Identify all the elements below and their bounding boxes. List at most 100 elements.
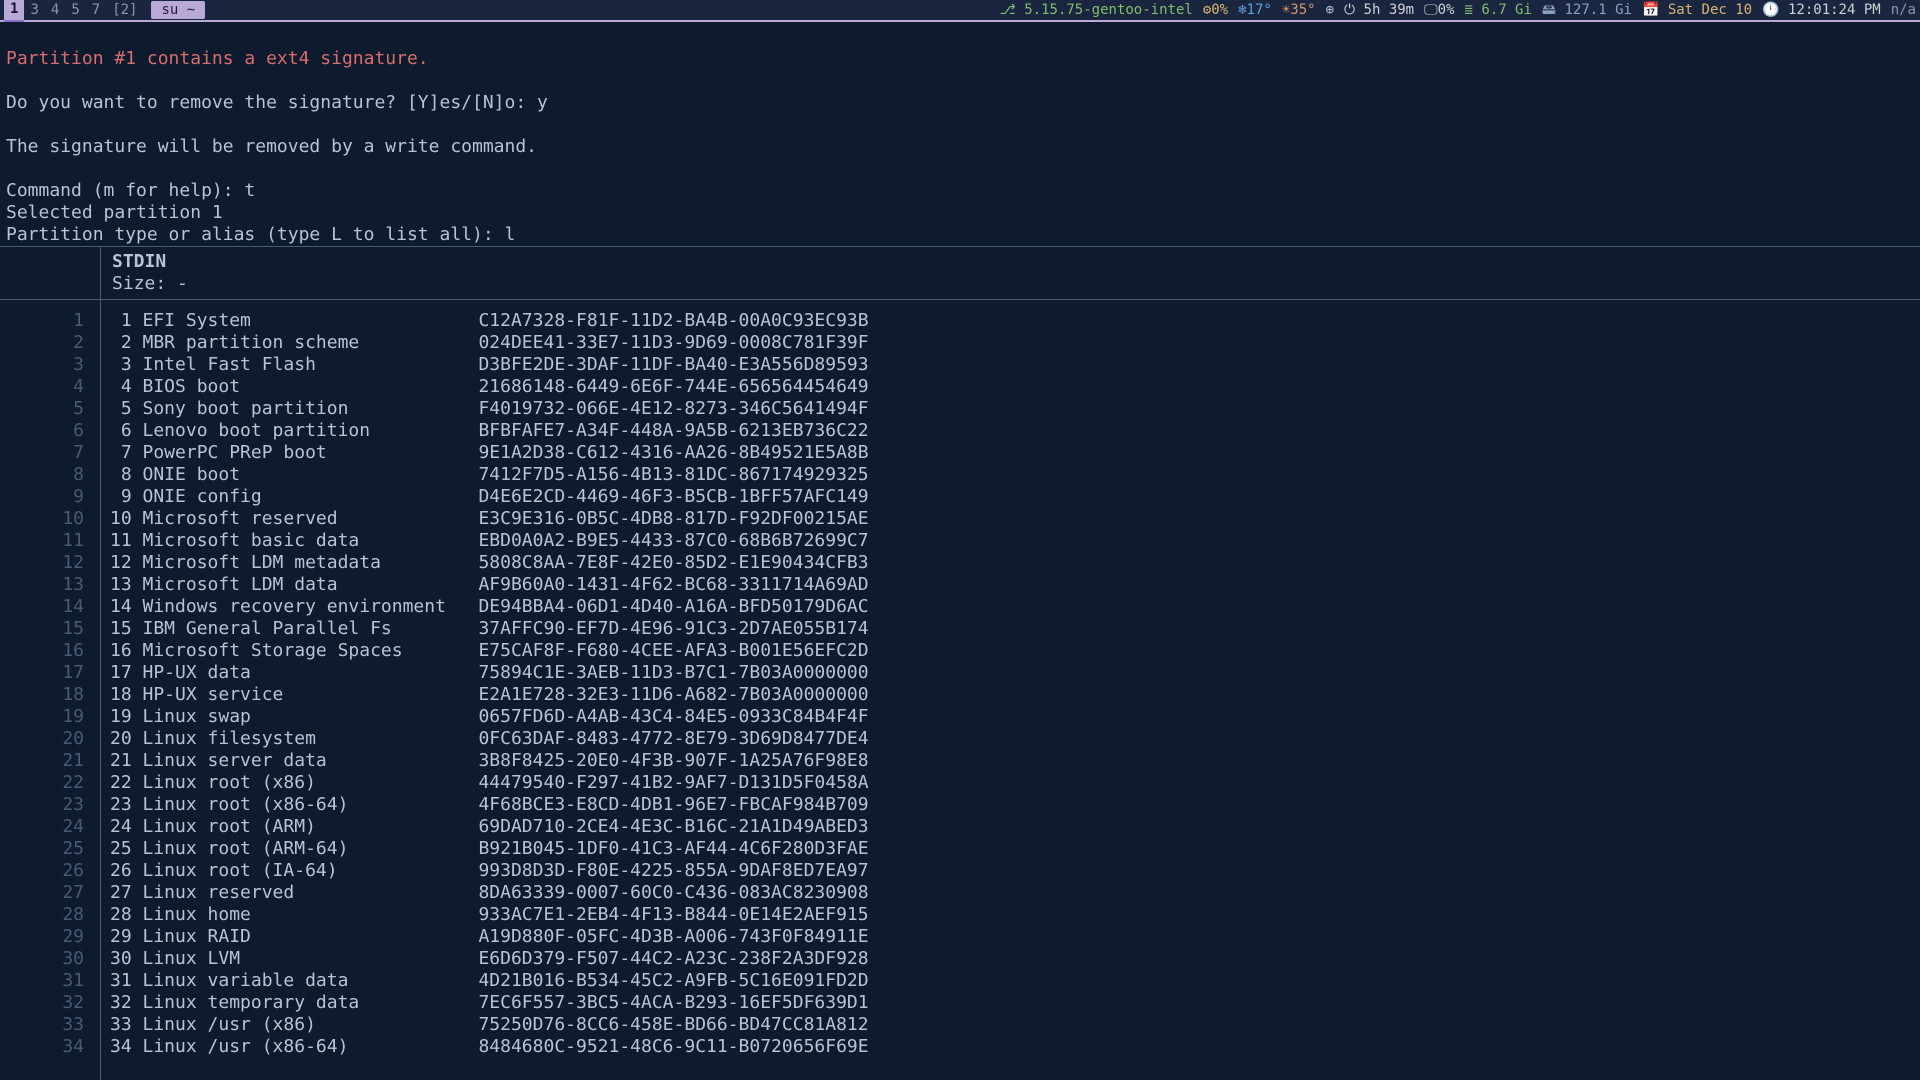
list-item[interactable]: 2323 Linux root (x86-64) 4F68BCE3-E8CD-4…: [0, 794, 1920, 816]
workspace-4[interactable]: 4: [45, 0, 65, 21]
list-item[interactable]: 1515 IBM General Parallel Fs 37AFFC90-EF…: [0, 618, 1920, 640]
list-item[interactable]: 1919 Linux swap 0657FD6D-A4AB-43C4-84E5-…: [0, 706, 1920, 728]
selected-partition: Selected partition 1: [6, 202, 223, 223]
line-number: 9: [0, 486, 92, 508]
list-item[interactable]: 1010 Microsoft reserved E3C9E316-0B5C-4D…: [0, 508, 1920, 530]
line-number: 19: [0, 706, 92, 728]
line-number: 16: [0, 640, 92, 662]
list-item[interactable]: 7 7 PowerPC PReP boot 9E1A2D38-C612-4316…: [0, 442, 1920, 464]
list-item-content: 14 Windows recovery environment DE94BBA4…: [92, 596, 869, 618]
uptime: 5h 39m: [1364, 2, 1415, 18]
line-number: 15: [0, 618, 92, 640]
list-item-content: 33 Linux /usr (x86) 75250D76-8CC6-458E-B…: [92, 1014, 869, 1036]
list-item[interactable]: 2424 Linux root (ARM) 69DAD710-2CE4-4E3C…: [0, 816, 1920, 838]
pager-size-label: Size:: [112, 273, 177, 294]
list-item[interactable]: 2626 Linux root (IA-64) 993D8D3D-F80E-42…: [0, 860, 1920, 882]
list-item-content: 28 Linux home 933AC7E1-2EB4-4F13-B844-0E…: [92, 904, 869, 926]
line-number: 13: [0, 574, 92, 596]
disk-icon: 🖴: [1542, 2, 1556, 18]
line-number: 24: [0, 816, 92, 838]
list-item[interactable]: 1111 Microsoft basic data EBD0A0A2-B9E5-…: [0, 530, 1920, 552]
list-item-content: 31 Linux variable data 4D21B016-B534-45C…: [92, 970, 869, 992]
status-bar: 1 3 4 5 7 [2] su ~ ⎇ 5.15.75-gentoo-inte…: [0, 0, 1920, 22]
line-number: 11: [0, 530, 92, 552]
list-item[interactable]: 1616 Microsoft Storage Spaces E75CAF8F-F…: [0, 640, 1920, 662]
list-item[interactable]: 2727 Linux reserved 8DA63339-0007-60C0-C…: [0, 882, 1920, 904]
list-item-content: 1 EFI System C12A7328-F81F-11D2-BA4B-00A…: [92, 310, 869, 332]
line-number: 2: [0, 332, 92, 354]
list-item[interactable]: 3232 Linux temporary data 7EC6F557-3BC5-…: [0, 992, 1920, 1014]
workspace-alt[interactable]: [2]: [106, 0, 143, 21]
fan-value: 0%: [1211, 2, 1228, 18]
partition-type-list[interactable]: 1 1 EFI System C12A7328-F81F-11D2-BA4B-0…: [0, 310, 1920, 1058]
line-number: 21: [0, 750, 92, 772]
list-item-content: 27 Linux reserved 8DA63339-0007-60C0-C43…: [92, 882, 869, 904]
line-number: 17: [0, 662, 92, 684]
clock: 12:01:24 PM: [1788, 2, 1881, 18]
terminal-output[interactable]: Partition #1 contains a ext4 signature. …: [6, 48, 548, 246]
list-item[interactable]: 2929 Linux RAID A19D880F-05FC-4D3B-A006-…: [0, 926, 1920, 948]
line-number: 32: [0, 992, 92, 1014]
workspace-1[interactable]: 1: [4, 0, 24, 22]
list-item[interactable]: 3434 Linux /usr (x86-64) 8484680C-9521-4…: [0, 1036, 1920, 1058]
list-item[interactable]: 6 6 Lenovo boot partition BFBFAFE7-A34F-…: [0, 420, 1920, 442]
list-item[interactable]: 9 9 ONIE config D4E6E2CD-4469-46F3-B5CB-…: [0, 486, 1920, 508]
list-item[interactable]: 2828 Linux home 933AC7E1-2EB4-4F13-B844-…: [0, 904, 1920, 926]
pager-header: STDIN Size: -: [0, 246, 1920, 300]
line-number: 14: [0, 596, 92, 618]
list-item[interactable]: 3131 Linux variable data 4D21B016-B534-4…: [0, 970, 1920, 992]
list-item-content: 13 Microsoft LDM data AF9B60A0-1431-4F62…: [92, 574, 869, 596]
list-item-content: 3 Intel Fast Flash D3BFE2DE-3DAF-11DF-BA…: [92, 354, 869, 376]
list-item[interactable]: 1212 Microsoft LDM metadata 5808C8AA-7E8…: [0, 552, 1920, 574]
list-item[interactable]: 2121 Linux server data 3B8F8425-20E0-4F3…: [0, 750, 1920, 772]
list-item-content: 29 Linux RAID A19D880F-05FC-4D3B-A006-74…: [92, 926, 869, 948]
line-number: 34: [0, 1036, 92, 1058]
list-item-content: 18 HP-UX service E2A1E728-32E3-11D6-A682…: [92, 684, 869, 706]
list-item-content: 10 Microsoft reserved E3C9E316-0B5C-4DB8…: [92, 508, 869, 530]
pager-title: STDIN: [112, 251, 1920, 273]
list-item-content: 4 BIOS boot 21686148-6449-6E6F-744E-6565…: [92, 376, 869, 398]
cold-icon: ❄: [1238, 2, 1246, 18]
workspace-5[interactable]: 5: [65, 0, 85, 21]
line-number: 31: [0, 970, 92, 992]
workspace-7[interactable]: 7: [86, 0, 106, 21]
list-item-content: 6 Lenovo boot partition BFBFAFE7-A34F-44…: [92, 420, 869, 442]
list-item-content: 26 Linux root (IA-64) 993D8D3D-F80E-4225…: [92, 860, 869, 882]
cpu-usage: 0%: [1438, 2, 1455, 18]
clock-icon: 🕛: [1762, 2, 1779, 18]
list-item[interactable]: 1717 HP-UX data 75894C1E-3AEB-11D3-B7C1-…: [0, 662, 1920, 684]
list-item-content: 16 Microsoft Storage Spaces E75CAF8F-F68…: [92, 640, 869, 662]
list-item-content: 19 Linux swap 0657FD6D-A4AB-43C4-84E5-09…: [92, 706, 869, 728]
list-item[interactable]: 3030 Linux LVM E6D6D379-F507-44C2-A23C-2…: [0, 948, 1920, 970]
list-item[interactable]: 2525 Linux root (ARM-64) B921B045-1DF0-4…: [0, 838, 1920, 860]
list-item[interactable]: 2 2 MBR partition scheme 024DEE41-33E7-1…: [0, 332, 1920, 354]
line-number: 30: [0, 948, 92, 970]
network-icon: ⊕: [1326, 0, 1334, 21]
list-item[interactable]: 4 4 BIOS boot 21686148-6449-6E6F-744E-65…: [0, 376, 1920, 398]
temp-hot: 35°: [1290, 2, 1315, 18]
list-item[interactable]: 8 8 ONIE boot 7412F7D5-A156-4B13-81DC-86…: [0, 464, 1920, 486]
list-item-content: 20 Linux filesystem 0FC63DAF-8483-4772-8…: [92, 728, 869, 750]
line-number: 8: [0, 464, 92, 486]
line-number: 22: [0, 772, 92, 794]
memory-icon: ≣: [1464, 2, 1472, 18]
line-number: 29: [0, 926, 92, 948]
line-number: 5: [0, 398, 92, 420]
list-item-content: 21 Linux server data 3B8F8425-20E0-4F3B-…: [92, 750, 869, 772]
line-number: 20: [0, 728, 92, 750]
list-item-content: 9 ONIE config D4E6E2CD-4469-46F3-B5CB-1B…: [92, 486, 869, 508]
list-item[interactable]: 1414 Windows recovery environment DE94BB…: [0, 596, 1920, 618]
list-item[interactable]: 3333 Linux /usr (x86) 75250D76-8CC6-458E…: [0, 1014, 1920, 1036]
list-item[interactable]: 2222 Linux root (x86) 44479540-F297-41B2…: [0, 772, 1920, 794]
power-icon: ⏻: [1344, 2, 1355, 18]
list-item[interactable]: 1313 Microsoft LDM data AF9B60A0-1431-4F…: [0, 574, 1920, 596]
list-item[interactable]: 5 5 Sony boot partition F4019732-066E-4E…: [0, 398, 1920, 420]
list-item[interactable]: 2020 Linux filesystem 0FC63DAF-8483-4772…: [0, 728, 1920, 750]
fan-icon: ⚙: [1203, 2, 1211, 18]
list-item[interactable]: 1818 HP-UX service E2A1E728-32E3-11D6-A6…: [0, 684, 1920, 706]
line-number: 28: [0, 904, 92, 926]
list-item[interactable]: 3 3 Intel Fast Flash D3BFE2DE-3DAF-11DF-…: [0, 354, 1920, 376]
workspace-3[interactable]: 3: [24, 0, 44, 21]
list-item[interactable]: 1 1 EFI System C12A7328-F81F-11D2-BA4B-0…: [0, 310, 1920, 332]
display-icon: 🖵: [1424, 2, 1438, 18]
